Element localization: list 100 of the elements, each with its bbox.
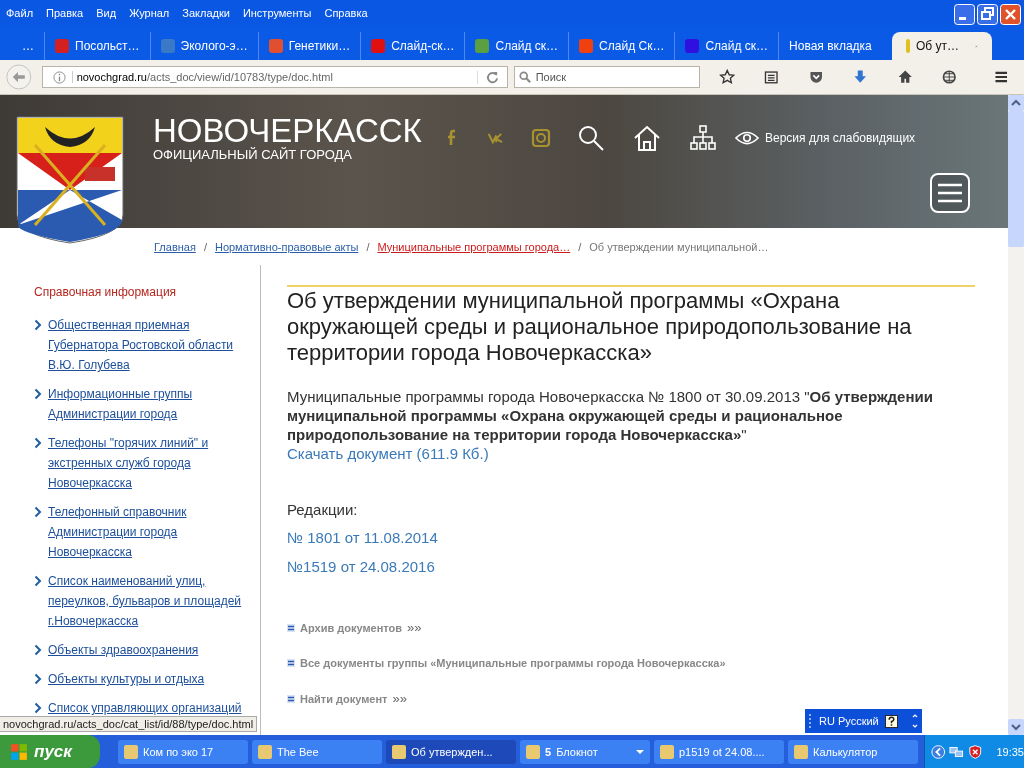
menu-item[interactable]: Вид: [96, 6, 117, 19]
sidebar-link[interactable]: Телефоны "горячих линий" и экстренных служб города Новочеркасска: [48, 433, 260, 493]
taskbar-button[interactable]: Калькулятор: [788, 739, 918, 764]
close-icon[interactable]: [1000, 4, 1021, 25]
list-icon: [287, 623, 295, 632]
more-arrows[interactable]: »»: [407, 620, 422, 635]
accessibility-link[interactable]: Версия для слабовидящих: [735, 130, 916, 146]
taskbar-button[interactable]: Ком по эко 17: [118, 739, 248, 764]
list-icon: [287, 659, 295, 667]
download-link[interactable]: Скачать документ (611.9 Кб.): [287, 445, 489, 462]
start-button[interactable]: пуск: [0, 735, 100, 768]
status-url: novochgrad.ru/acts_doc/cat_list/id/88/type/doc.html: [0, 716, 258, 732]
scroll-thumb[interactable]: [1008, 111, 1024, 247]
breadcrumb-item[interactable]: Главная: [154, 240, 196, 253]
site-favicon-icon: [160, 39, 175, 53]
menu-icon[interactable]: [930, 173, 970, 213]
instagram-icon[interactable]: [531, 128, 551, 148]
accessibility-label[interactable]: Версия для слабовидящих: [765, 131, 916, 145]
document-group-link[interactable]: Все документы группы «Муниципальные программы города Новочеркасска»: [300, 657, 726, 669]
revision-link[interactable]: №1519 от 24.08.2016: [287, 558, 435, 575]
search-field[interactable]: Поиск: [513, 66, 700, 88]
site-favicon-icon: [268, 39, 283, 53]
app-icon: [124, 744, 138, 759]
caret-icon: [636, 749, 644, 754]
menu-item[interactable]: Файл: [6, 6, 34, 19]
site-subtitle: ОФИЦИАЛЬНЫЙ САЙТ ГОРОДА: [153, 148, 353, 162]
coat-of-arms-drawing[interactable]: [15, 115, 125, 245]
more-arrows[interactable]: »»: [392, 691, 407, 706]
home-icon[interactable]: [633, 124, 661, 152]
options-icon[interactable]: [911, 714, 918, 728]
menu-item[interactable]: Инструменты: [242, 6, 312, 19]
home-icon[interactable]: [896, 68, 914, 86]
menu-item[interactable]: Журнал: [129, 6, 170, 19]
shield-icon[interactable]: [967, 743, 983, 760]
chevron-icon: [34, 388, 42, 400]
info-icon[interactable]: [52, 70, 66, 84]
sitemap-icon[interactable]: [689, 124, 717, 152]
browser-tab[interactable]: Об ут…: [891, 32, 992, 60]
sidebar-link[interactable]: Объекты здравоохранения: [48, 640, 199, 660]
sidebar-link[interactable]: Список наименований улиц, переулков, бульваров и площадей г.Новочеркасска: [48, 571, 260, 631]
eye-icon: [735, 130, 759, 146]
site-favicon-icon: [685, 39, 700, 53]
site-favicon-icon: [579, 39, 594, 53]
sidebar-link[interactable]: Телефонный справочник Администрации города Новочеркасска: [48, 502, 260, 562]
sidebar-link[interactable]: Список управляющих организаций: [48, 698, 242, 718]
address-bar[interactable]: novochgrad.ru/acts_doc/view/id/10783/type/doc.html: [41, 66, 508, 88]
chevron-icon: [34, 702, 42, 714]
chevron-icon: [34, 506, 42, 518]
site-favicon-icon: [905, 39, 910, 53]
chevron-icon: [34, 644, 42, 656]
app-icon: [392, 744, 406, 759]
app-icon: [660, 744, 674, 759]
scroll-up-icon[interactable]: [1008, 95, 1024, 111]
minimize-icon[interactable]: [954, 4, 975, 25]
menu-item[interactable]: Справка: [324, 6, 368, 19]
site-title[interactable]: НОВОЧЕРКАССК: [153, 114, 443, 148]
breadcrumb-separator: /: [578, 240, 582, 253]
scroll-down-icon[interactable]: [1008, 719, 1024, 735]
back-icon[interactable]: [6, 63, 32, 91]
language-label[interactable]: RU Русский: [819, 715, 879, 727]
reading-list-icon[interactable]: [763, 68, 780, 86]
site-favicon-icon: [371, 39, 386, 53]
revision-link[interactable]: № 1801 от 11.08.2014: [287, 529, 438, 546]
windows-logo-icon: [10, 742, 28, 761]
taskbar-button[interactable]: Об утвержден...: [386, 739, 516, 764]
language-bar[interactable]: RU Русский: [805, 709, 922, 733]
app-icon: [258, 744, 272, 759]
clock: 19:35: [996, 745, 1024, 758]
article-title: Об утверждении муниципальной программы «Охрана окружающей среды и рациональное природопользование на территории города Новочеркасска»: [287, 285, 975, 366]
menu-item[interactable]: Правка: [46, 6, 84, 19]
bookmark-star-icon[interactable]: [718, 68, 736, 86]
expand-tray-icon[interactable]: [931, 743, 946, 760]
sidebar-link[interactable]: Информационные группы Администрации города: [48, 384, 260, 424]
browser-tab[interactable]: …: [12, 32, 44, 60]
breadcrumb-separator: /: [203, 240, 207, 253]
breadcrumb-item[interactable]: Муниципальные программы города…: [377, 240, 571, 253]
breadcrumb-separator: /: [366, 240, 370, 253]
breadcrumb-item[interactable]: Нормативно-правовые акты: [214, 240, 359, 253]
search-icon: [518, 71, 531, 83]
taskbar-button[interactable]: The Bee: [252, 739, 382, 764]
document-group-link[interactable]: Архив документов: [300, 621, 403, 634]
help-icon[interactable]: [884, 714, 898, 728]
site-favicon-icon: [55, 39, 69, 53]
breadcrumb-item: Об утверждении муниципальной…: [589, 240, 769, 253]
list-icon: [287, 694, 295, 703]
app-icon: [526, 744, 540, 759]
chevron-icon: [34, 575, 42, 587]
taskbar-button[interactable]: p1519 ot 24.08....: [654, 739, 784, 764]
search-icon[interactable]: [577, 124, 605, 152]
chevron-icon: [34, 319, 42, 331]
sidebar-link[interactable]: Общественная приемная Губернатора Ростовской области В.Ю. Голубева: [48, 315, 260, 375]
globe-icon[interactable]: [941, 68, 958, 86]
chevron-icon: [34, 673, 42, 685]
taskbar-button[interactable]: 5 Блокнот: [520, 739, 650, 764]
menu-item[interactable]: Закладки: [182, 6, 230, 19]
document-group-link[interactable]: Найти документ: [300, 692, 388, 705]
app-icon: [794, 744, 808, 759]
sidebar-heading: Справочная информация: [34, 285, 178, 299]
restore-icon[interactable]: [977, 4, 998, 25]
sidebar-link[interactable]: Объекты культуры и отдыха: [48, 669, 205, 689]
